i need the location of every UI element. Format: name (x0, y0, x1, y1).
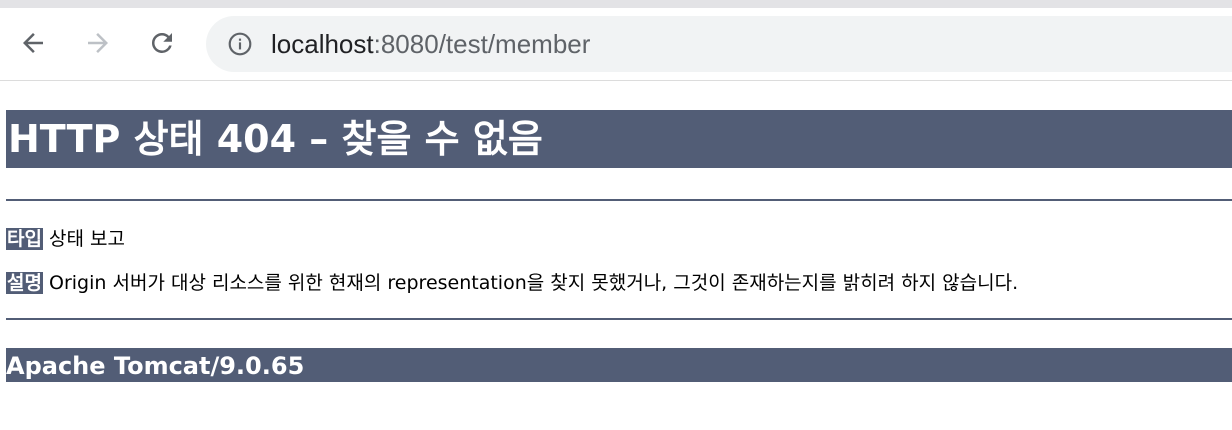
reload-icon (151, 32, 172, 53)
tab-strip (0, 0, 1232, 8)
type-label: 타입 (6, 228, 43, 250)
back-button[interactable] (16, 26, 50, 60)
browser-toolbar: localhost:8080/test/member (0, 8, 1232, 81)
info-icon[interactable] (227, 31, 253, 57)
url-text[interactable]: localhost:8080/test/member (271, 29, 590, 60)
url-path: :8080/test/member (373, 28, 591, 59)
type-row: 타입 상태 보고 (6, 226, 1232, 252)
forward-button[interactable] (81, 26, 115, 60)
arrow-left-icon (23, 33, 43, 53)
description-label: 설명 (6, 272, 43, 294)
reload-button[interactable] (145, 26, 179, 60)
page-title: HTTP 상태 404 – 찾을 수 없음 (6, 110, 1232, 168)
description-value: Origin 서버가 대상 리소스를 위한 현재의 representation… (49, 272, 1019, 294)
divider (6, 199, 1232, 201)
server-footer: Apache Tomcat/9.0.65 (6, 348, 1232, 382)
address-bar[interactable]: localhost:8080/test/member (206, 16, 1232, 72)
arrow-right-icon (88, 33, 108, 53)
description-row: 설명 Origin 서버가 대상 리소스를 위한 현재의 representat… (6, 270, 1232, 296)
type-value: 상태 보고 (49, 228, 125, 250)
page-content: HTTP 상태 404 – 찾을 수 없음 타입 상태 보고 설명 Origin… (0, 110, 1232, 382)
url-host: localhost (271, 28, 374, 59)
divider (6, 318, 1232, 320)
